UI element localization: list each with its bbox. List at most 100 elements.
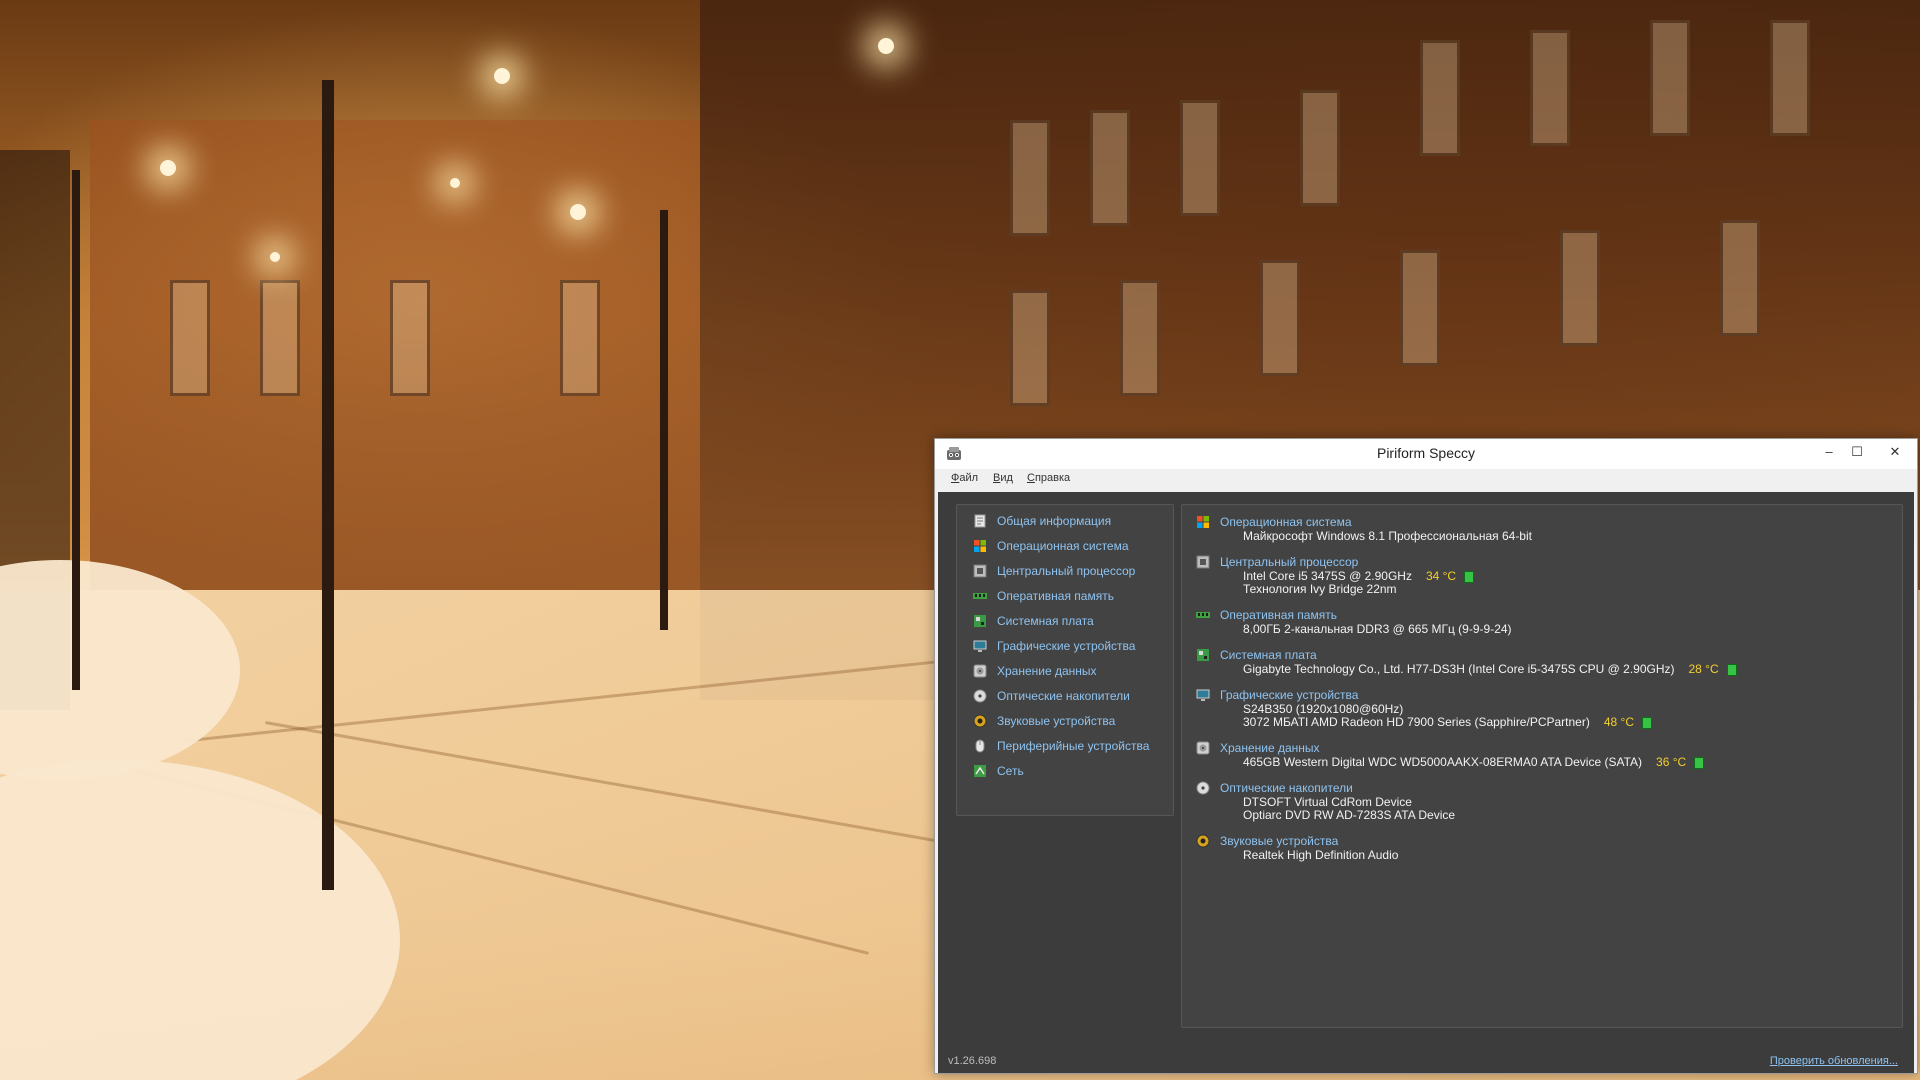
title-bar[interactable]: Piriform Speccy – ☐ ✕ xyxy=(935,439,1917,469)
wallpaper-window xyxy=(1720,220,1760,336)
speaker-icon xyxy=(973,714,987,728)
optical-disc-icon xyxy=(973,689,987,703)
motherboard-icon xyxy=(974,615,986,627)
menu-file[interactable]: Файл xyxy=(951,472,978,484)
mouse-icon xyxy=(975,739,985,753)
detail-text: 8,00ГБ 2-канальная DDR3 @ 665 МГц (9-9-9… xyxy=(1243,622,1512,636)
detail-text: Майкрософт Windows 8.1 Профессиональная … xyxy=(1243,529,1532,543)
summary-section-motherboard: Системная плата Gigabyte Technology Co.,… xyxy=(1196,647,1737,676)
menu-bar: Файл Вид Справка xyxy=(935,469,1917,491)
wallpaper-window xyxy=(1420,40,1460,156)
nav-label: Звуковые устройства xyxy=(997,714,1116,728)
temperature-ok-indicator xyxy=(1464,570,1475,583)
nav-label: Оптические накопители xyxy=(997,689,1130,703)
wallpaper-window xyxy=(260,280,300,396)
section-detail: Gigabyte Technology Co., Ltd. H77-DS3H (… xyxy=(1243,663,1737,676)
detail-text: 465GB Western Digital WDC WD5000AAKX-08E… xyxy=(1243,755,1643,769)
wallpaper-street-light xyxy=(160,160,176,176)
detail-text: 3072 МБАТI AMD Radeon HD 7900 Series (Sa… xyxy=(1243,715,1590,729)
close-button[interactable]: ✕ xyxy=(1875,439,1915,465)
section-header: Графические устройства xyxy=(1196,687,1652,703)
section-detail: 8,00ГБ 2-канальная DDR3 @ 665 МГц (9-9-9… xyxy=(1243,623,1512,636)
wallpaper-window xyxy=(1560,230,1600,346)
nav-item-os[interactable]: Операционная система xyxy=(973,535,1129,557)
section-detail: Realtek High Definition Audio xyxy=(1243,849,1398,862)
section-detail: Майкрософт Windows 8.1 Профессиональная … xyxy=(1243,530,1532,543)
wallpaper-window xyxy=(1400,250,1440,366)
wallpaper-street-light xyxy=(270,252,280,262)
nav-label: Общая информация xyxy=(997,514,1112,528)
section-title[interactable]: Операционная система xyxy=(1220,515,1352,529)
client-area: Общая информация Операционная система Це… xyxy=(938,492,1914,1073)
detail-text: Optiarc DVD RW AD-7283S ATA Device xyxy=(1243,808,1456,822)
nav-label: Графические устройства xyxy=(997,639,1136,653)
section-header: Оперативная память xyxy=(1196,607,1512,623)
nav-label: Системная плата xyxy=(997,614,1094,628)
maximize-button[interactable]: ☐ xyxy=(1843,439,1871,465)
nav-label: Сеть xyxy=(997,764,1024,778)
section-header: Системная плата xyxy=(1196,647,1737,663)
section-title[interactable]: Звуковые устройства xyxy=(1220,834,1338,848)
temperature-value: 28 °C xyxy=(1688,662,1719,676)
nav-item-optical[interactable]: Оптические накопители xyxy=(973,685,1130,707)
wallpaper-window xyxy=(1120,280,1160,396)
hdd-icon xyxy=(973,664,987,678)
nav-item-cpu[interactable]: Центральный процессор xyxy=(973,560,1135,582)
wallpaper-window xyxy=(1650,20,1690,136)
summary-section-cpu: Центральный процессор Intel Core i5 3475… xyxy=(1196,554,1475,596)
section-title[interactable]: Графические устройства xyxy=(1220,688,1358,702)
temperature-value: 48 °C xyxy=(1603,715,1634,729)
window-title: Piriform Speccy xyxy=(1376,445,1476,461)
section-detail: 465GB Western Digital WDC WD5000AAKX-08E… xyxy=(1243,755,1705,769)
nav-item-peripherals[interactable]: Периферийные устройства xyxy=(973,735,1149,757)
windows-icon xyxy=(1197,516,1209,528)
wallpaper-window xyxy=(1010,290,1050,406)
section-header: Оптические накопители xyxy=(1196,780,1455,796)
section-header: Центральный процессор xyxy=(1196,554,1474,570)
nav-item-audio[interactable]: Звуковые устройства xyxy=(973,710,1115,732)
temperature-ok-indicator xyxy=(1694,756,1705,769)
nav-item-ram[interactable]: Оперативная память xyxy=(973,585,1114,607)
check-updates-link[interactable]: Проверить обновления... xyxy=(1770,1055,1898,1067)
section-header: Хранение данных xyxy=(1196,740,1704,756)
monitor-icon xyxy=(1196,689,1210,701)
ram-icon xyxy=(973,593,987,599)
summary-panel: Операционная система Майкрософт Windows … xyxy=(1181,504,1903,1028)
nav-label: Периферийные устройства xyxy=(997,739,1150,753)
summary-section-ram: Оперативная память 8,00ГБ 2-канальная DD… xyxy=(1196,607,1512,636)
nav-item-motherboard[interactable]: Системная плата xyxy=(973,610,1094,632)
wallpaper-window xyxy=(1300,90,1340,206)
temperature-ok-indicator xyxy=(1642,716,1652,729)
nav-label: Операционная система xyxy=(997,539,1129,553)
section-title[interactable]: Оптические накопители xyxy=(1220,781,1353,795)
wallpaper-window xyxy=(1530,30,1570,146)
section-header: Звуковые устройства xyxy=(1196,833,1398,849)
wallpaper-street-light xyxy=(878,38,894,54)
section-title[interactable]: Центральный процессор xyxy=(1220,555,1358,569)
summary-section-storage: Хранение данных 465GB Western Digital WD… xyxy=(1196,740,1705,769)
nav-item-graphics[interactable]: Графические устройства xyxy=(973,635,1135,657)
section-title[interactable]: Хранение данных xyxy=(1220,741,1320,755)
nav-label: Оперативная память xyxy=(997,589,1114,603)
menu-view[interactable]: Вид xyxy=(993,472,1013,484)
minimize-button[interactable]: – xyxy=(1815,439,1843,465)
section-title[interactable]: Системная плата xyxy=(1220,648,1317,662)
wallpaper-window xyxy=(1180,100,1220,216)
menu-help[interactable]: Справка xyxy=(1027,472,1070,484)
cpu-icon xyxy=(1196,555,1210,569)
nav-item-summary[interactable]: Общая информация xyxy=(973,510,1111,532)
optical-disc-icon xyxy=(1196,781,1210,795)
nav-item-network[interactable]: Сеть xyxy=(973,760,1024,782)
summary-section-optical: Оптические накопители DTSOFT Virtual CdR… xyxy=(1196,780,1455,822)
wallpaper-street-light xyxy=(494,68,510,84)
wallpaper-window xyxy=(170,280,210,396)
nav-item-storage[interactable]: Хранение данных xyxy=(973,660,1097,682)
section-detail: Optiarc DVD RW AD-7283S ATA Device xyxy=(1243,809,1455,822)
nav-label: Хранение данных xyxy=(997,664,1097,678)
status-bar: v1.26.698 Проверить обновления... xyxy=(938,1051,1914,1073)
hdd-icon xyxy=(1196,741,1210,755)
section-detail: 3072 МБАТI AMD Radeon HD 7900 Series (Sa… xyxy=(1243,716,1652,729)
section-title[interactable]: Оперативная память xyxy=(1220,608,1337,622)
version-label: v1.26.698 xyxy=(948,1055,997,1067)
windows-icon xyxy=(974,540,986,552)
